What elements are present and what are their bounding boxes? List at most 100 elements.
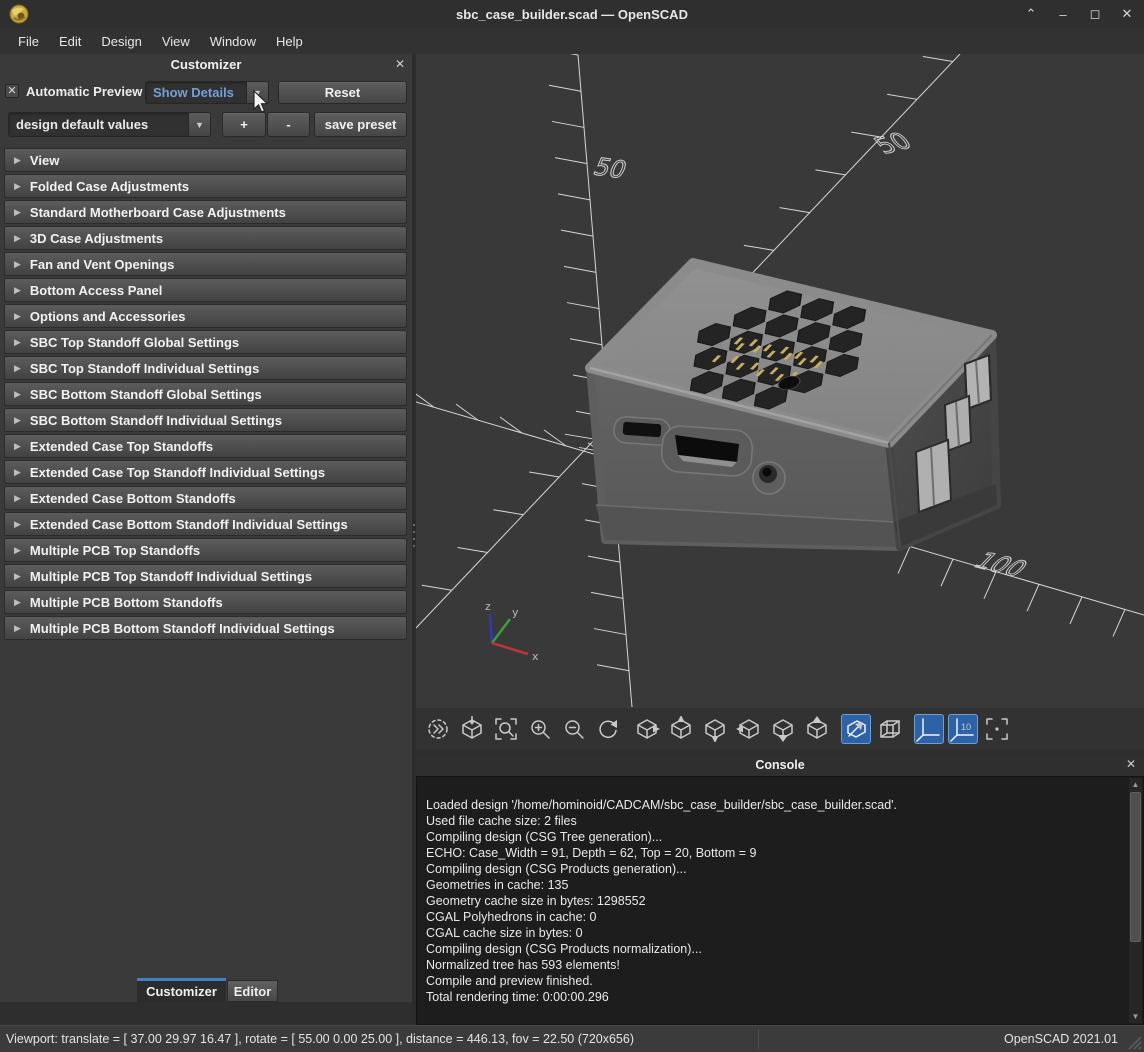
section-multiple-pcb-bottom-standoffs[interactable]: ▶ Multiple PCB Bottom Standoffs xyxy=(4,590,407,614)
automatic-preview-checkbox[interactable]: ✕ xyxy=(5,84,19,98)
section-multiple-pcb-top-standoff-individual-settings[interactable]: ▶ Multiple PCB Top Standoff Individual S… xyxy=(4,564,407,588)
customizer-row-2: design default values ▼ + - save preset xyxy=(0,110,412,140)
view-back-button[interactable] xyxy=(802,714,832,744)
preset-value: design default values xyxy=(9,117,188,132)
collapsed-arrow-icon: ▶ xyxy=(14,363,21,374)
section-options-and-accessories[interactable]: ▶ Options and Accessories xyxy=(4,304,407,328)
zoom-fit-icon xyxy=(493,716,519,742)
customizer-close-icon[interactable]: ✕ xyxy=(392,56,408,72)
section-multiple-pcb-bottom-standoff-individual-settings[interactable]: ▶ Multiple PCB Bottom Standoff Individua… xyxy=(4,616,407,640)
menu-item-edit[interactable]: Edit xyxy=(49,30,91,53)
console-line: Compile and preview finished. xyxy=(426,973,1127,989)
section-sbc-top-standoff-individual-settings[interactable]: ▶ SBC Top Standoff Individual Settings xyxy=(4,356,407,380)
view-orthogonal-button[interactable] xyxy=(875,714,905,744)
section-fan-and-vent-openings[interactable]: ▶ Fan and Vent Openings xyxy=(4,252,407,276)
section-sbc-top-standoff-global-settings[interactable]: ▶ SBC Top Standoff Global Settings xyxy=(4,330,407,354)
view-left-button[interactable] xyxy=(734,714,764,744)
section-label: Fan and Vent Openings xyxy=(30,257,174,272)
3d-viewport[interactable]: 50 50 100 xyxy=(416,54,1144,708)
resize-grip[interactable] xyxy=(1128,1036,1142,1050)
remove-preset-button[interactable]: - xyxy=(267,112,310,137)
view-top-button[interactable] xyxy=(666,714,696,744)
zoom-out-icon xyxy=(561,716,587,742)
collapsed-arrow-icon: ▶ xyxy=(14,337,21,348)
zoom-all-button[interactable] xyxy=(423,714,453,744)
preset-dropdown[interactable]: design default values ▼ xyxy=(8,112,211,137)
section-label: Extended Case Bottom Standoff Individual… xyxy=(30,517,348,532)
tab-editor[interactable]: Editor xyxy=(227,980,278,1002)
reset-button[interactable]: Reset xyxy=(278,81,407,104)
console-title: Console xyxy=(416,758,1144,772)
section-label: Extended Case Bottom Standoffs xyxy=(30,491,236,506)
close-button[interactable]: ✕ xyxy=(1116,3,1138,25)
show-scale-markers-icon: 10 xyxy=(950,716,976,742)
section-label: 3D Case Adjustments xyxy=(30,231,163,246)
menu-item-help[interactable]: Help xyxy=(266,30,313,53)
console-line: CGAL Polyhedrons in cache: 0 xyxy=(426,909,1127,925)
reset-view-icon xyxy=(595,716,621,742)
section-label: SBC Top Standoff Global Settings xyxy=(30,335,239,350)
automatic-preview-label: Automatic Preview xyxy=(26,84,142,99)
console-line: ECHO: Case_Width = 91, Depth = 62, Top =… xyxy=(426,845,1127,861)
zoom-out-button[interactable] xyxy=(559,714,589,744)
section-extended-case-bottom-standoffs[interactable]: ▶ Extended Case Bottom Standoffs xyxy=(4,486,407,510)
section-standard-motherboard-case-adjustments[interactable]: ▶ Standard Motherboard Case Adjustments xyxy=(4,200,407,224)
scroll-up-icon[interactable]: ▲ xyxy=(1129,778,1142,791)
view-all-button[interactable] xyxy=(457,714,487,744)
svg-text:10: 10 xyxy=(961,722,971,732)
collapsed-arrow-icon: ▶ xyxy=(14,155,21,166)
y-scale-label: 50 xyxy=(868,127,918,159)
z-scale-label: 50 xyxy=(590,152,631,184)
menu-item-window[interactable]: Window xyxy=(200,30,266,53)
view-front-icon xyxy=(770,716,796,742)
tab-customizer[interactable]: Customizer xyxy=(137,978,226,1002)
add-preset-button[interactable]: + xyxy=(222,112,266,137)
collapsed-arrow-icon: ▶ xyxy=(14,207,21,218)
section-label: Multiple PCB Bottom Standoff Individual … xyxy=(30,621,335,636)
view-orthogonal-icon xyxy=(877,716,903,742)
section-bottom-access-panel[interactable]: ▶ Bottom Access Panel xyxy=(4,278,407,302)
section-label: Folded Case Adjustments xyxy=(30,179,189,194)
section-sbc-bottom-standoff-global-settings[interactable]: ▶ SBC Bottom Standoff Global Settings xyxy=(4,382,407,406)
section-extended-case-top-standoff-individual-settings[interactable]: ▶ Extended Case Top Standoff Individual … xyxy=(4,460,407,484)
console: Loaded design '/home/hominoid/CADCAM/sbc… xyxy=(416,776,1144,1025)
section-folded-case-adjustments[interactable]: ▶ Folded Case Adjustments xyxy=(4,174,407,198)
save-preset-button[interactable]: save preset xyxy=(314,112,407,137)
show-axes-icon xyxy=(916,716,942,742)
scrollbar-thumb[interactable] xyxy=(1130,792,1141,942)
minimize-button[interactable]: – xyxy=(1052,3,1074,25)
view-diagonal-button[interactable] xyxy=(841,714,871,744)
customizer-sections: ▶ View ▶ Folded Case Adjustments ▶ Stand… xyxy=(4,148,407,642)
section-extended-case-top-standoffs[interactable]: ▶ Extended Case Top Standoffs xyxy=(4,434,407,458)
console-line: Geometry cache size in bytes: 1298552 xyxy=(426,893,1127,909)
view-right-button[interactable] xyxy=(632,714,662,744)
console-close-icon[interactable]: ✕ xyxy=(1124,757,1138,771)
maximize-button[interactable]: ◻ xyxy=(1084,3,1106,25)
show-axes-button[interactable] xyxy=(914,714,944,744)
menu-item-file[interactable]: File xyxy=(8,30,49,53)
show-details-dropdown[interactable]: Show Details ▼ xyxy=(145,81,269,104)
show-crosshairs-icon xyxy=(984,716,1010,742)
zoom-in-button[interactable] xyxy=(525,714,555,744)
section-extended-case-bottom-standoff-individual-settings[interactable]: ▶ Extended Case Bottom Standoff Individu… xyxy=(4,512,407,536)
shade-button[interactable]: ⌃ xyxy=(1020,3,1042,25)
section-sbc-bottom-standoff-individual-settings[interactable]: ▶ SBC Bottom Standoff Individual Setting… xyxy=(4,408,407,432)
openscad-window: sbc_case_builder.scad — OpenSCAD ⌃ – ◻ ✕… xyxy=(0,0,1144,1052)
section-label: SBC Top Standoff Individual Settings xyxy=(30,361,259,376)
zoom-fit-button[interactable] xyxy=(491,714,521,744)
menu-item-design[interactable]: Design xyxy=(91,30,151,53)
menu-item-view[interactable]: View xyxy=(152,30,200,53)
section-view[interactable]: ▶ View xyxy=(4,148,407,172)
reset-view-button[interactable] xyxy=(593,714,623,744)
section-multiple-pcb-top-standoffs[interactable]: ▶ Multiple PCB Top Standoffs xyxy=(4,538,407,562)
view-bottom-button[interactable] xyxy=(700,714,730,744)
section-3d-case-adjustments[interactable]: ▶ 3D Case Adjustments xyxy=(4,226,407,250)
console-scrollbar[interactable]: ▲ ▼ xyxy=(1129,778,1142,1023)
view-front-button[interactable] xyxy=(768,714,798,744)
collapsed-arrow-icon: ▶ xyxy=(14,181,21,192)
show-crosshairs-button[interactable] xyxy=(982,714,1012,744)
customizer-title: Customizer xyxy=(0,57,412,72)
show-scale-markers-button[interactable]: 10 xyxy=(948,714,978,744)
section-label: View xyxy=(30,153,59,168)
scroll-down-icon[interactable]: ▼ xyxy=(1129,1010,1142,1023)
